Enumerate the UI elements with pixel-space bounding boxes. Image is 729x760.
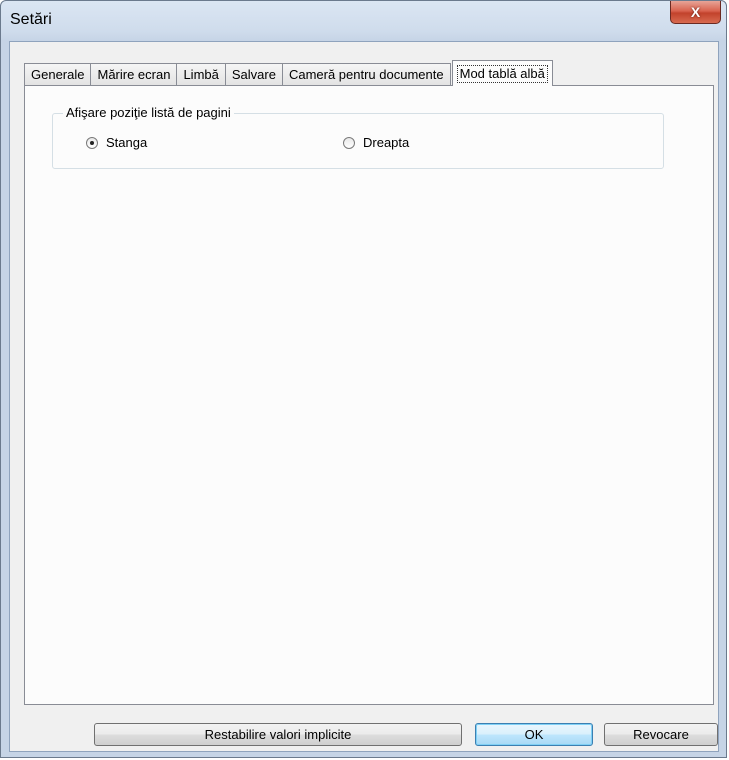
radio-stanga[interactable]: Stanga xyxy=(86,135,147,150)
ok-button[interactable]: OK xyxy=(475,723,593,746)
close-button[interactable]: X xyxy=(670,1,721,24)
radio-unselected-icon xyxy=(343,136,355,149)
window-title: Setări xyxy=(10,11,52,28)
title-bar[interactable]: Setări X xyxy=(1,1,726,41)
radio-dreapta[interactable]: Dreapta xyxy=(343,135,409,150)
tab-salvare[interactable]: Salvare xyxy=(224,63,283,85)
tab-generale[interactable]: Generale xyxy=(24,63,92,85)
restore-defaults-button[interactable]: Restabilire valori implicite xyxy=(94,723,462,746)
close-icon: X xyxy=(690,4,701,20)
tab-mod-tabla-alba[interactable]: Mod tablă albă xyxy=(451,60,553,86)
page-list-position-group: Afişare poziţie listă de pagini Stanga D… xyxy=(52,105,664,169)
radio-selected-icon xyxy=(86,136,98,149)
radio-label: Stanga xyxy=(106,135,148,150)
group-label: Afişare poziţie listă de pagini xyxy=(63,105,234,120)
tab-camera-documente[interactable]: Cameră pentru documente xyxy=(281,63,451,85)
tab-panel: Afişare poziţie listă de pagini Stanga D… xyxy=(24,85,714,705)
tab-label: Mod tablă albă xyxy=(456,64,548,83)
radio-label: Dreapta xyxy=(363,135,410,150)
tab-marire-ecran[interactable]: Mărire ecran xyxy=(90,63,178,85)
cancel-button[interactable]: Revocare xyxy=(604,723,718,746)
tab-limba[interactable]: Limbă xyxy=(176,63,226,85)
tab-strip: Generale Mărire ecran Limbă Salvare Came… xyxy=(24,60,553,86)
